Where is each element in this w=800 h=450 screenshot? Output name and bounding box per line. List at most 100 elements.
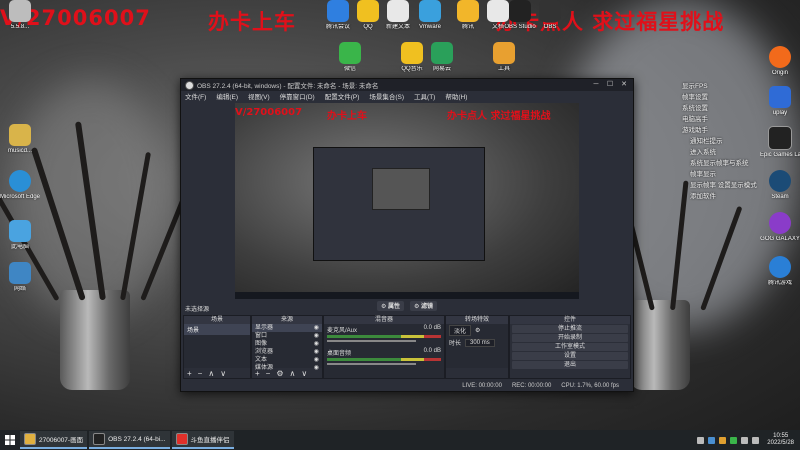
desktop-icon[interactable]: musicd...: [0, 124, 40, 155]
control-button[interactable]: 停止推流: [512, 325, 628, 333]
folder-icon: [24, 433, 36, 445]
taskbar-task[interactable]: 斗鱼直播伴侣: [171, 431, 234, 449]
desktop-icon[interactable]: GOG GALAXY: [760, 212, 800, 243]
volume-slider[interactable]: [327, 340, 416, 342]
properties-button[interactable]: ⚙ 属性: [376, 301, 404, 311]
filters-button[interactable]: ⚙ 滤镜: [410, 301, 438, 311]
live-status: LIVE: 00:00:00: [462, 383, 502, 389]
eye-icon[interactable]: ◉: [314, 340, 319, 348]
desktop-icon[interactable]: 微信: [330, 42, 370, 73]
tray-icon[interactable]: [697, 436, 705, 444]
system-tray: 10:55 2022/5/28: [697, 430, 800, 450]
clock[interactable]: 10:55 2022/5/28: [767, 433, 794, 447]
wallpaper-cup: [630, 300, 690, 390]
desktop-icon[interactable]: OBS: [530, 0, 570, 31]
mixer-row: 桌面音频 0.0 dB: [324, 347, 444, 365]
volume-icon[interactable]: [752, 436, 760, 444]
desktop-icon[interactable]: Origin: [760, 46, 800, 77]
scene-list: 场景: [184, 324, 250, 368]
menu-item[interactable]: 停靠窗口(D): [280, 91, 315, 101]
source-item[interactable]: 显示器 ◉: [252, 324, 322, 332]
transition-type-row: 淡化 ⚙: [446, 324, 508, 337]
desktop-icon[interactable]: Microsoft Edge: [0, 170, 40, 201]
menu-item[interactable]: 编辑(E): [216, 91, 238, 101]
desktop-icon[interactable]: 此电脑: [0, 220, 40, 251]
desktop-icon[interactable]: Vmware: [410, 0, 450, 31]
task-list: 27006007-画面 OBS 27.2.4 (64-bi... 斗鱼直播伴侣: [20, 431, 236, 449]
menu-item[interactable]: 场景集合(S): [369, 91, 404, 101]
desktop-icon-label: 5.5.8...: [10, 24, 30, 30]
window-title: OBS 27.2.4 (64-bit, windows) - 配置文件: 未命名…: [197, 83, 379, 90]
side-text: 系统设置: [682, 105, 708, 112]
cloud-icon: [431, 42, 453, 64]
desktop-icon-label: Epic Games Launcher: [760, 152, 800, 158]
volume-slider[interactable]: [327, 363, 416, 365]
mixer-name: 桌面音频: [327, 351, 352, 357]
control-button[interactable]: 设置: [512, 352, 628, 360]
transition-select[interactable]: 淡化: [449, 325, 472, 336]
chevron-down-icon[interactable]: ∨: [220, 369, 226, 378]
transitions-dock: 转场特效 淡化 ⚙ 时长 300 ms: [445, 315, 509, 379]
box-icon: [9, 0, 31, 22]
preview-canvas[interactable]: V/27006007 办卡上车 办卡点人 求过福星挑战: [235, 103, 579, 299]
add-icon[interactable]: +: [187, 369, 192, 378]
penguin-icon: [457, 0, 479, 22]
tray-icon[interactable]: [719, 436, 727, 444]
eye-icon[interactable]: ◉: [314, 324, 319, 332]
desktop-icon[interactable]: Steam: [760, 170, 800, 201]
start-button[interactable]: [0, 430, 20, 450]
source-list: 显示器 ◉ 窗口 ◉ 图像 ◉ 浏览器 ◉ 文本 ◉ 媒体源 ◉: [252, 324, 322, 371]
taskbar-task[interactable]: 27006007-画面: [20, 431, 88, 449]
source-item[interactable]: 窗口 ◉: [252, 332, 322, 340]
desktop-icon[interactable]: 网易云: [422, 42, 462, 73]
minimize-button[interactable]: ─: [589, 79, 603, 91]
obs-window[interactable]: OBS 27.2.4 (64-bit, windows) - 配置文件: 未命名…: [180, 78, 634, 392]
title-bar[interactable]: OBS 27.2.4 (64-bit, windows) - 配置文件: 未命名…: [181, 79, 633, 91]
side-text: 系统显示帧率与系统: [690, 160, 749, 167]
epic-icon: [768, 126, 792, 150]
menu-item[interactable]: 配置文件(P): [325, 91, 360, 101]
eye-icon[interactable]: ◉: [314, 356, 319, 364]
menu-item[interactable]: 帮助(H): [445, 91, 467, 101]
gear-icon[interactable]: ⚙: [475, 327, 480, 334]
source-item[interactable]: 图像 ◉: [252, 340, 322, 348]
desktop-icon[interactable]: 工具: [484, 42, 524, 73]
tray-icon[interactable]: [730, 436, 738, 444]
duration-input[interactable]: 300 ms: [465, 338, 495, 347]
eye-icon[interactable]: ◉: [314, 332, 319, 340]
control-button[interactable]: 退出: [512, 361, 628, 369]
desktop-icon[interactable]: Epic Games Launcher: [760, 126, 800, 159]
desktop-icon[interactable]: uplay: [760, 86, 800, 117]
source-item[interactable]: 媒体源 ◉: [252, 364, 322, 372]
eye-icon[interactable]: ◉: [314, 348, 319, 356]
tray-icon[interactable]: [708, 436, 716, 444]
source-item[interactable]: 浏览器 ◉: [252, 348, 322, 356]
desktop-icon[interactable]: 腾讯游戏: [760, 256, 800, 287]
desktop-icon-label: 此电脑: [10, 244, 29, 250]
edge-icon: [9, 170, 31, 192]
menu-item[interactable]: 视图(V): [248, 91, 270, 101]
obs-icon: [539, 0, 561, 22]
menu-item[interactable]: 文件(F): [185, 91, 206, 101]
taskbar-task[interactable]: OBS 27.2.4 (64-bi...: [89, 431, 170, 449]
control-button[interactable]: 工作室模式: [512, 343, 628, 351]
remove-icon[interactable]: −: [198, 369, 203, 378]
desktop-icon[interactable]: 5.5.8...: [0, 0, 40, 31]
network-icon[interactable]: [741, 436, 749, 444]
chevron-up-icon[interactable]: ∧: [208, 369, 214, 378]
desktop-icon[interactable]: 网络: [0, 262, 40, 293]
control-button[interactable]: 开始录制: [512, 334, 628, 342]
side-text: 添加软件: [690, 193, 716, 200]
tool-icon: [493, 42, 515, 64]
douyu-icon: [175, 433, 188, 445]
mixer-db: 0.0 dB: [423, 348, 441, 354]
close-button[interactable]: ✕: [617, 79, 631, 91]
eye-icon[interactable]: ◉: [314, 364, 319, 372]
scene-item[interactable]: 场景: [184, 324, 250, 335]
nested-preview-canvas: [372, 168, 430, 210]
source-label: 文本: [255, 357, 268, 363]
mixer-name: 麦克风/Aux: [327, 328, 358, 334]
menu-item[interactable]: 工具(T): [414, 91, 435, 101]
maximize-button[interactable]: ☐: [603, 79, 617, 91]
source-item[interactable]: 文本 ◉: [252, 356, 322, 364]
